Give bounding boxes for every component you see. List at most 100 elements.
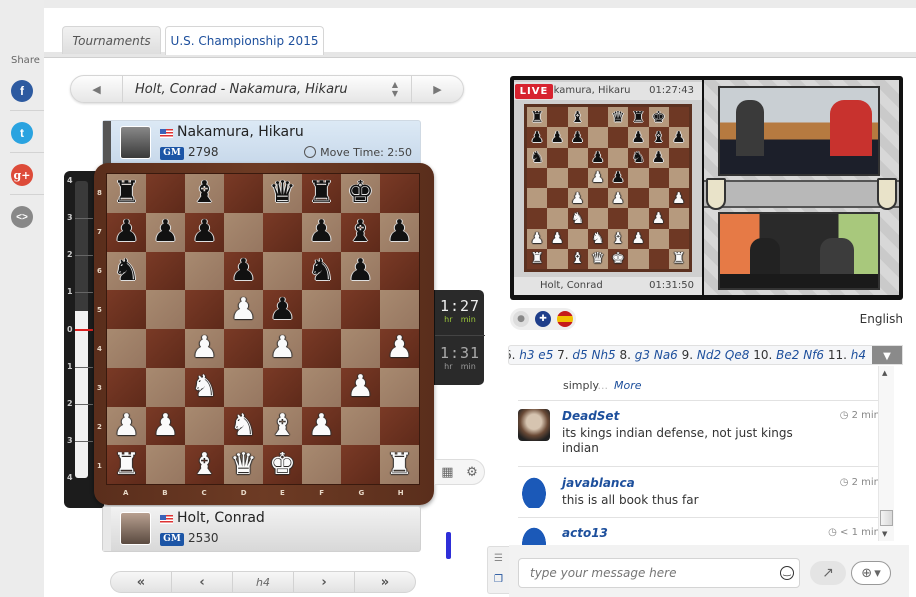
square-a5[interactable] xyxy=(107,290,146,329)
square-h4[interactable]: ♟ xyxy=(380,329,419,368)
black-pawn-icon[interactable]: ♟ xyxy=(386,217,413,247)
square-h8[interactable] xyxy=(380,174,419,213)
square-g8[interactable]: ♚ xyxy=(341,174,380,213)
white-pawn-icon[interactable]: ♟ xyxy=(113,410,140,441)
globe-language-button[interactable]: ⊕ ▾ xyxy=(851,561,891,585)
square-a6[interactable]: ♞ xyxy=(107,251,146,291)
square-f5[interactable] xyxy=(302,290,341,329)
square-g1[interactable] xyxy=(341,445,380,484)
square-d1[interactable]: ♛ xyxy=(224,445,263,484)
square-a3[interactable] xyxy=(107,367,146,407)
black-knight-icon[interactable]: ♞ xyxy=(308,255,335,286)
square-e1[interactable]: ♚ xyxy=(263,445,302,484)
game-select-updown-icon[interactable]: ▲ ▼ xyxy=(389,80,401,98)
send-button[interactable]: ↗ xyxy=(810,561,846,585)
chat-bubbles-icon[interactable]: ❐ xyxy=(492,574,505,586)
black-pawn-icon[interactable]: ♟ xyxy=(269,294,296,325)
square-c7[interactable]: ♟ xyxy=(185,212,224,252)
scroll-up-icon[interactable]: ▲ xyxy=(882,369,887,377)
previous-move-button[interactable]: ‹ xyxy=(172,572,233,592)
google-plus-share-button[interactable]: g+ xyxy=(11,164,33,186)
square-b3[interactable] xyxy=(146,367,185,407)
square-g3[interactable]: ♟ xyxy=(341,367,380,407)
square-b7[interactable]: ♟ xyxy=(146,212,185,252)
microphone-icon[interactable]: ● xyxy=(513,311,529,327)
black-knight-icon[interactable]: ♞ xyxy=(113,255,140,286)
square-a4[interactable] xyxy=(107,329,146,368)
moves-dropdown-button[interactable]: ▼ xyxy=(872,346,902,364)
black-pawn-icon[interactable]: ♟ xyxy=(113,217,140,247)
square-c4[interactable]: ♟ xyxy=(185,329,224,368)
square-e8[interactable]: ♛ xyxy=(263,174,302,213)
square-g5[interactable] xyxy=(341,290,380,329)
chess-board[interactable]: ♜ ♝ ♛ ♜ ♚ ♟ ♟ ♟ ♟ ♝ ♟ ♞ ♟ ♞ ♟ ♟ ♟ ♟ ♟ ♟ ♞ ♟ ♟ ♟ ♞ ♝ ♟ ♜ ♝ ♛ ♚ ♜ xyxy=(106,173,420,485)
square-f4[interactable] xyxy=(302,329,341,368)
white-knight-icon[interactable]: ♞ xyxy=(191,372,218,402)
square-h1[interactable]: ♜ xyxy=(380,445,419,484)
square-h3[interactable] xyxy=(380,367,419,407)
black-rook-icon[interactable]: ♜ xyxy=(308,178,335,208)
white-pawn-icon[interactable]: ♟ xyxy=(152,410,179,441)
square-e3[interactable] xyxy=(263,367,302,407)
black-bishop-icon[interactable]: ♝ xyxy=(191,178,218,208)
square-d7[interactable] xyxy=(224,212,263,252)
white-rook-icon[interactable]: ♜ xyxy=(386,449,413,480)
white-pawn-icon[interactable]: ♟ xyxy=(386,333,413,363)
square-g7[interactable]: ♝ xyxy=(341,212,380,252)
black-rook-icon[interactable]: ♜ xyxy=(113,178,140,208)
spain-flag-icon[interactable] xyxy=(557,311,573,327)
square-h5[interactable] xyxy=(380,290,419,329)
move[interactable]: Be2 Nf6 xyxy=(776,348,824,362)
square-h7[interactable]: ♟ xyxy=(380,212,419,252)
square-d6[interactable]: ♟ xyxy=(224,251,263,291)
white-pawn-icon[interactable]: ♟ xyxy=(269,333,296,363)
square-d8[interactable] xyxy=(224,174,263,213)
white-pawn-icon[interactable]: ♟ xyxy=(347,372,374,402)
black-pawn-icon[interactable]: ♟ xyxy=(347,255,374,286)
square-h2[interactable] xyxy=(380,406,419,446)
list-icon[interactable]: ☰ xyxy=(492,553,505,565)
more-link[interactable]: More xyxy=(614,379,642,392)
white-king-icon[interactable]: ♚ xyxy=(269,449,296,480)
square-d4[interactable] xyxy=(224,329,263,368)
black-bishop-icon[interactable]: ♝ xyxy=(347,217,374,247)
move[interactable]: h4 xyxy=(851,348,866,362)
move[interactable]: Nd2 Qe8 xyxy=(697,348,750,362)
square-c8[interactable]: ♝ xyxy=(185,174,224,213)
scroll-thumb[interactable] xyxy=(880,510,893,526)
black-pawn-icon[interactable]: ♟ xyxy=(230,255,257,286)
square-b2[interactable]: ♟ xyxy=(146,406,185,446)
square-c2[interactable] xyxy=(185,406,224,446)
twitter-share-button[interactable]: t xyxy=(11,122,33,144)
square-f1[interactable] xyxy=(302,445,341,484)
white-rook-icon[interactable]: ♜ xyxy=(113,449,140,480)
white-pawn-icon[interactable]: ♟ xyxy=(308,410,335,441)
square-b4[interactable] xyxy=(146,329,185,368)
square-b5[interactable] xyxy=(146,290,185,329)
first-move-button[interactable]: « xyxy=(111,572,172,592)
square-a2[interactable]: ♟ xyxy=(107,406,146,446)
chat-username[interactable]: acto13 xyxy=(562,526,608,540)
message-input[interactable] xyxy=(518,558,800,588)
next-move-button[interactable]: › xyxy=(294,572,355,592)
move[interactable]: d5 Nh5 xyxy=(572,348,615,362)
qr-code-icon[interactable]: ▦ xyxy=(441,465,453,480)
white-bishop-icon[interactable]: ♝ xyxy=(269,410,296,441)
white-pawn-icon[interactable]: ♟ xyxy=(191,333,218,363)
square-g2[interactable] xyxy=(341,406,380,446)
square-c3[interactable]: ♞ xyxy=(185,367,224,407)
black-queen-icon[interactable]: ♛ xyxy=(269,178,296,208)
move[interactable]: h3 e5 xyxy=(519,348,553,362)
square-e5[interactable]: ♟ xyxy=(263,290,302,329)
square-f6[interactable]: ♞ xyxy=(302,251,341,291)
last-move-button[interactable]: » xyxy=(355,572,415,592)
black-pawn-icon[interactable]: ♟ xyxy=(308,217,335,247)
square-f7[interactable]: ♟ xyxy=(302,212,341,252)
uk-flag-icon[interactable]: ✚ xyxy=(535,311,551,327)
square-e2[interactable]: ♝ xyxy=(263,406,302,446)
square-b1[interactable] xyxy=(146,445,185,484)
square-b8[interactable] xyxy=(146,174,185,213)
white-pawn-icon[interactable]: ♟ xyxy=(230,294,257,325)
square-f3[interactable] xyxy=(302,367,341,407)
square-c6[interactable] xyxy=(185,251,224,291)
